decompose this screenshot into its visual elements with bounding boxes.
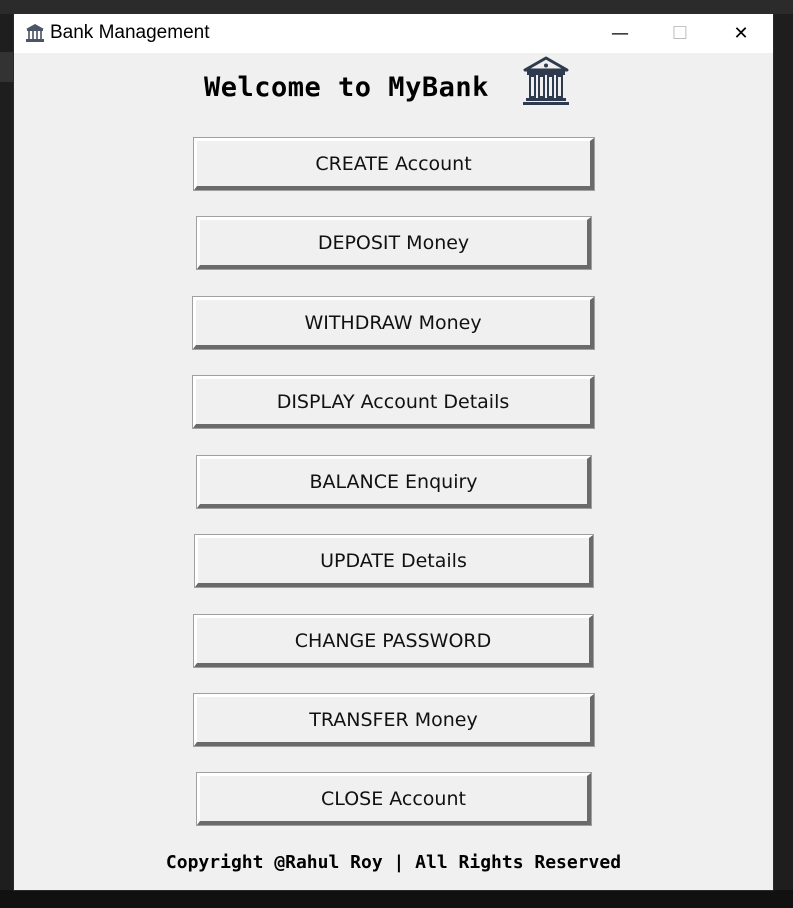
close-account-button[interactable]: CLOSE Account <box>196 772 592 826</box>
withdraw-money-button[interactable]: WITHDRAW Money <box>192 296 595 350</box>
app-window: Bank Management — ☐ ✕ Welcome to MyBank … <box>14 14 773 890</box>
update-details-button[interactable]: UPDATE Details <box>194 534 594 588</box>
transfer-money-button[interactable]: TRANSFER Money <box>193 693 595 747</box>
change-password-button[interactable]: CHANGE PASSWORD <box>193 614 594 668</box>
maximize-button[interactable]: ☐ <box>650 14 710 53</box>
create-account-button[interactable]: CREATE Account <box>193 137 595 191</box>
page-title: Welcome to MyBank <box>204 72 489 103</box>
minimize-button[interactable]: — <box>590 14 650 53</box>
background-terminal-bar <box>0 0 793 14</box>
deposit-money-button[interactable]: DEPOSIT Money <box>196 216 592 270</box>
title-bar: Bank Management — ☐ ✕ <box>14 14 773 53</box>
footer-copyright: Copyright @Rahul Roy | All Rights Reserv… <box>165 852 622 873</box>
close-button[interactable]: ✕ <box>711 14 771 53</box>
bank-icon <box>26 24 44 42</box>
balance-enquiry-button[interactable]: BALANCE Enquiry <box>196 455 592 509</box>
background-terminal-strip <box>0 52 14 82</box>
background-terminal-bottom <box>0 890 793 908</box>
bank-building-icon <box>523 56 569 105</box>
display-account-details-button[interactable]: DISPLAY Account Details <box>192 375 595 429</box>
window-title: Bank Management <box>50 22 210 43</box>
